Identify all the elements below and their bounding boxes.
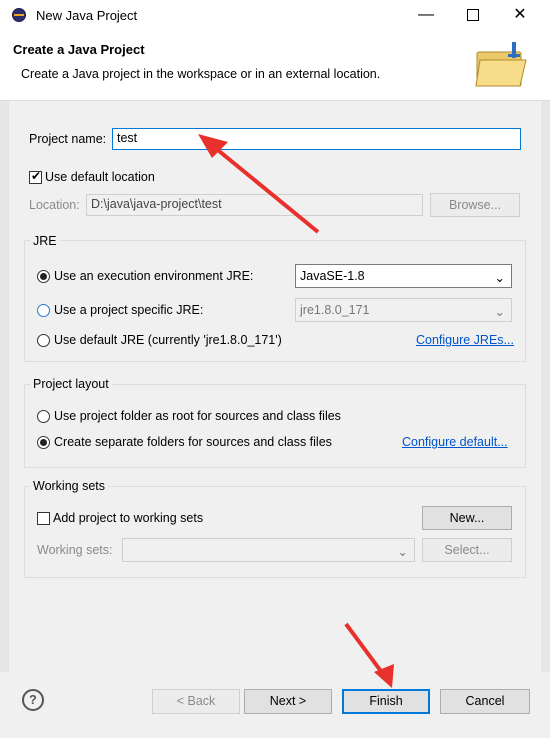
annotation-arrows — [198, 134, 394, 688]
annotation-arrow-project-name — [206, 140, 320, 234]
